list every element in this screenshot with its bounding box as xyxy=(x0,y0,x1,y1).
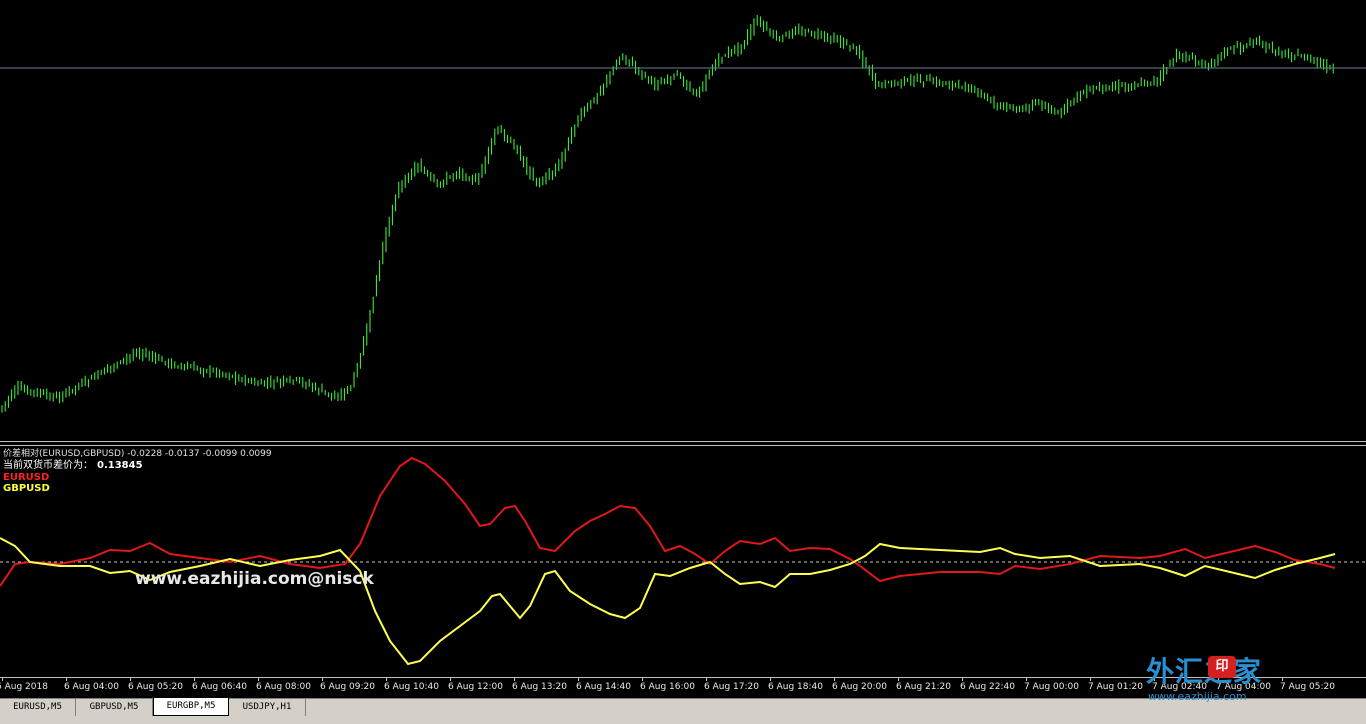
time-axis-tick xyxy=(130,678,131,681)
time-axis-label: 6 Aug 06:40 xyxy=(192,682,247,692)
tab-gbpusd-m5[interactable]: GBPUSD,M5 xyxy=(76,699,153,716)
time-axis-label: 7 Aug 01:20 xyxy=(1088,682,1143,692)
time-axis-label: 6 Aug 14:40 xyxy=(576,682,631,692)
time-axis-tick xyxy=(898,678,899,681)
time-axis-tick xyxy=(642,678,643,681)
time-axis-tick xyxy=(770,678,771,681)
time-axis-tick xyxy=(322,678,323,681)
time-axis-label: 6 Aug 18:40 xyxy=(768,682,823,692)
logo-chinese-text: 外汇之家 xyxy=(1146,655,1263,688)
logo-badge: 印 xyxy=(1208,656,1236,678)
watermark-text: www.eazhijia.com@nisck xyxy=(135,569,374,589)
time-axis-label: 6 Aug 22:40 xyxy=(960,682,1015,692)
current-spread-label: 当前双货币差价为： xyxy=(3,460,93,471)
time-axis-tick xyxy=(834,678,835,681)
time-axis-tick xyxy=(258,678,259,681)
time-axis-label: 6 Aug 2018 xyxy=(0,682,48,692)
time-axis-tick xyxy=(194,678,195,681)
time-axis-label: 6 Aug 05:20 xyxy=(128,682,183,692)
time-axis-label: 6 Aug 16:00 xyxy=(640,682,695,692)
price-chart[interactable] xyxy=(0,0,1366,441)
time-axis-label: 6 Aug 09:20 xyxy=(320,682,375,692)
time-axis-tick xyxy=(66,678,67,681)
time-axis-label: 6 Aug 08:00 xyxy=(256,682,311,692)
time-axis-tick xyxy=(514,678,515,681)
time-axis-tick xyxy=(386,678,387,681)
time-axis-tick xyxy=(706,678,707,681)
candlesticks xyxy=(1,14,1334,413)
time-axis-tick xyxy=(450,678,451,681)
metatrader-window: 价差相对(EURUSD,GBPUSD) -0.0228 -0.0137 -0.0… xyxy=(0,0,1366,724)
site-logo: 外汇之家 印 www.eazhijia.com xyxy=(1146,650,1306,706)
current-spread-value: 0.13845 xyxy=(97,460,143,471)
time-axis-tick xyxy=(1090,678,1091,681)
time-axis-label: 6 Aug 04:00 xyxy=(64,682,119,692)
time-axis-label: 6 Aug 20:00 xyxy=(832,682,887,692)
tab-usdjpy-h1[interactable]: USDJPY,H1 xyxy=(229,699,306,716)
time-axis-label: 7 Aug 00:00 xyxy=(1024,682,1079,692)
tab-eurgbp-m5[interactable]: EURGBP,M5 xyxy=(153,698,229,716)
indicator-info-text: 价差相对(EURUSD,GBPUSD) -0.0228 -0.0137 -0.0… xyxy=(3,449,272,459)
logo-url: www.eazhijia.com xyxy=(1148,690,1247,703)
legend-gbpusd: GBPUSD xyxy=(3,483,50,494)
time-axis-tick xyxy=(578,678,579,681)
current-spread-readout: 当前双货币差价为： 0.13845 xyxy=(3,460,143,472)
tab-eurusd-m5[interactable]: EURUSD,M5 xyxy=(0,699,76,716)
time-axis-tick xyxy=(962,678,963,681)
time-axis-tick xyxy=(2,678,3,681)
time-axis-label: 6 Aug 12:00 xyxy=(448,682,503,692)
time-axis-label: 6 Aug 10:40 xyxy=(384,682,439,692)
time-axis-label: 6 Aug 21:20 xyxy=(896,682,951,692)
time-axis-label: 6 Aug 13:20 xyxy=(512,682,567,692)
time-axis-label: 6 Aug 17:20 xyxy=(704,682,759,692)
indicator-window[interactable] xyxy=(0,446,1366,677)
time-axis-tick xyxy=(1026,678,1027,681)
